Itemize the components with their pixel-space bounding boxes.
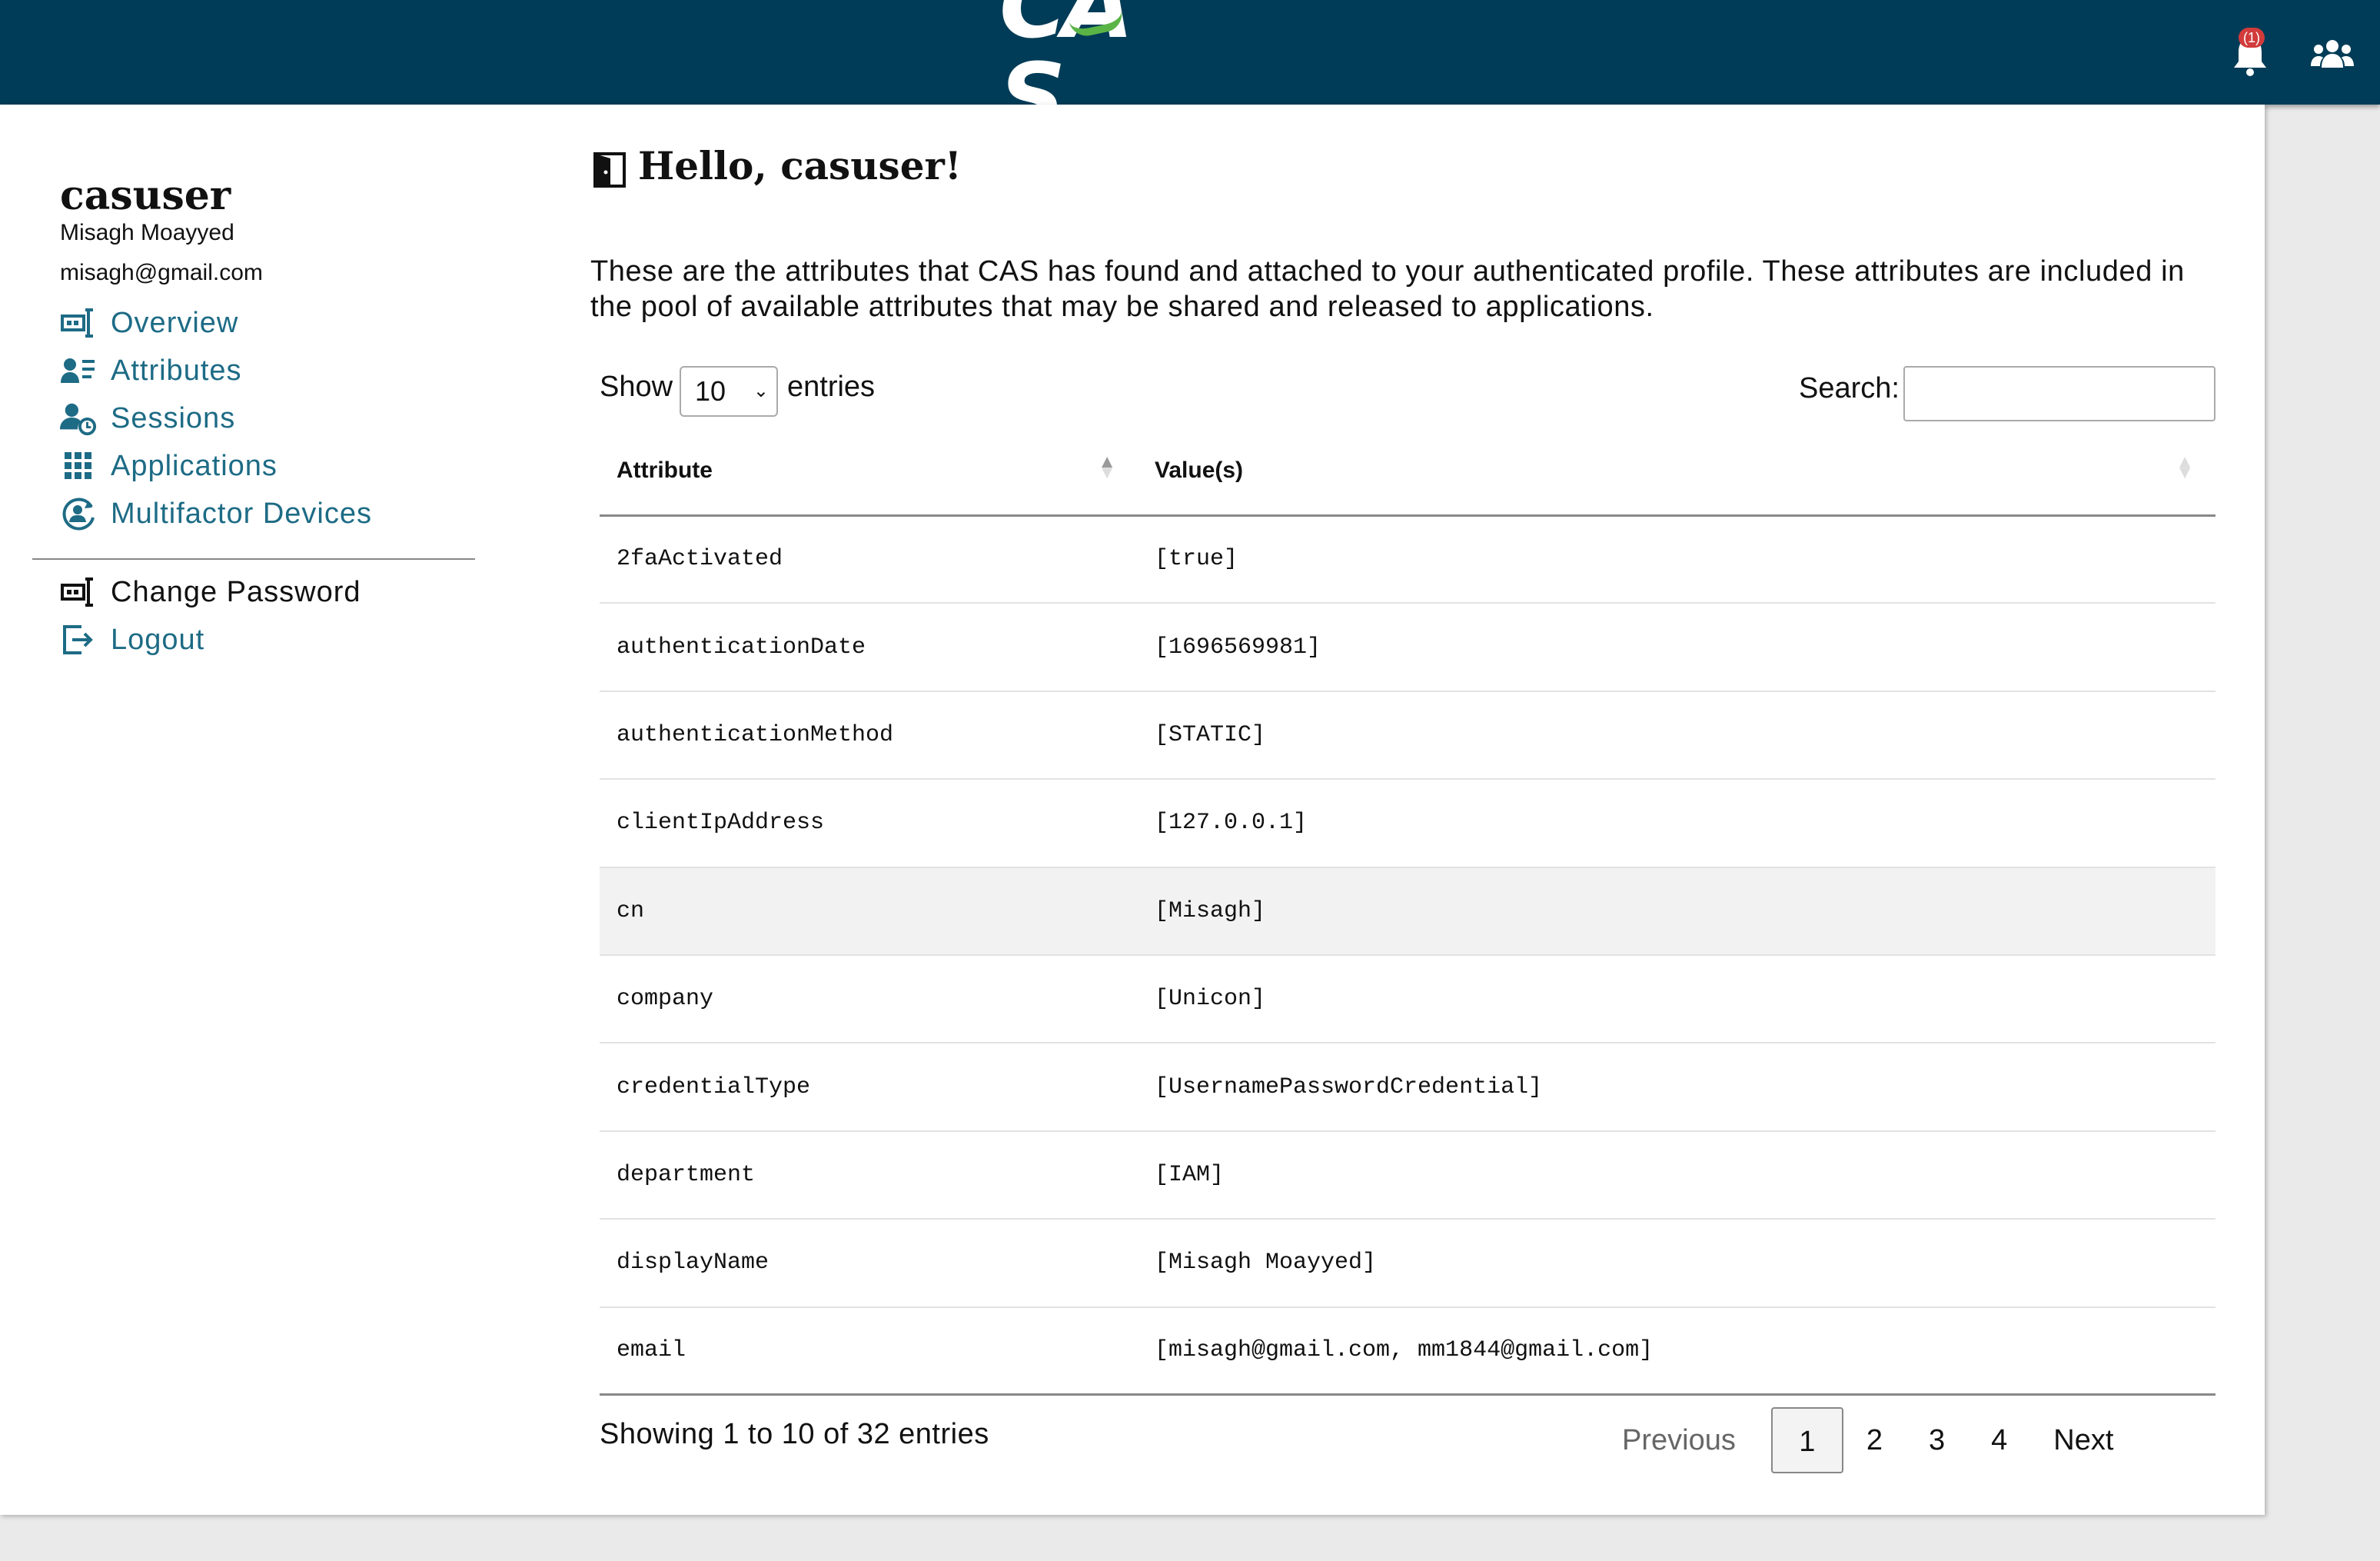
table-row: displayName [Misagh Moayyed] xyxy=(600,1219,2215,1308)
attributes-icon xyxy=(60,352,97,389)
attribute-value-cell: [STATIC] xyxy=(1138,691,2215,780)
column-header-label: Attribute xyxy=(617,458,713,484)
logout-icon xyxy=(60,621,97,658)
pagination-page-3[interactable]: 3 xyxy=(1906,1407,1968,1473)
pagination-next-button[interactable]: Next xyxy=(2030,1407,2136,1473)
attribute-name-cell: displayName xyxy=(600,1219,1138,1308)
table-row: 2faActivated [true] xyxy=(600,515,2215,604)
sidebar-item-label: Applications xyxy=(111,449,278,482)
column-header-attribute[interactable]: Attribute ▲ ▼ xyxy=(600,428,1138,517)
attribute-name-cell: authenticationMethod xyxy=(600,691,1138,780)
sidebar-item-change-password[interactable]: Change Password xyxy=(60,572,361,612)
notification-badge: (1) xyxy=(2239,28,2265,48)
attribute-value-cell: [1696569981] xyxy=(1138,603,2215,692)
column-header-values[interactable]: Value(s) ▲ ▼ xyxy=(1138,428,2215,517)
table-row: credentialType [UsernamePasswordCredentia… xyxy=(600,1043,2215,1132)
attribute-name-cell: authenticationDate xyxy=(600,603,1138,692)
page-size-value: 10 xyxy=(695,375,726,407)
attribute-name-cell: department xyxy=(600,1130,1138,1220)
sidebar-item-applications[interactable]: Applications xyxy=(60,446,278,486)
search-label: Search: xyxy=(1799,372,1900,404)
attribute-name-cell: credentialType xyxy=(600,1043,1138,1132)
users-icon[interactable] xyxy=(2309,37,2355,72)
top-bar xyxy=(0,0,2380,105)
password-icon xyxy=(60,574,97,611)
sidebar-item-label: Attributes xyxy=(111,354,242,387)
attribute-name-cell: cn xyxy=(600,867,1138,956)
entries-label: entries xyxy=(787,371,876,403)
page-description: These are the attributes that CAS has fo… xyxy=(590,255,2185,323)
attribute-value-cell: [Unicon] xyxy=(1138,954,2215,1044)
sort-ascending-icon: ▲ ▼ xyxy=(1098,451,1116,483)
table-row: authenticationDate [1696569981] xyxy=(600,603,2215,692)
column-header-label: Value(s) xyxy=(1155,458,1244,484)
search-input[interactable] xyxy=(1903,366,2215,421)
sidebar-item-multifactor-devices[interactable]: Multifactor Devices xyxy=(60,494,372,534)
pagination-page-1[interactable]: 1 xyxy=(1770,1407,1843,1473)
attributes-table: Attribute ▲ ▼ Value(s) ▲ ▼ 2faActivated [tr… xyxy=(600,428,2215,1396)
attribute-value-cell: [UsernamePasswordCredential] xyxy=(1138,1043,2215,1132)
sidebar-item-label: Change Password xyxy=(111,575,361,608)
sidebar-item-sessions[interactable]: Sessions xyxy=(60,398,235,438)
pagination-page-4[interactable]: 4 xyxy=(1968,1407,2030,1473)
table-row: cn [Misagh] xyxy=(600,867,2215,956)
table-info-text: Showing 1 to 10 of 32 entries xyxy=(600,1418,989,1450)
attribute-name-cell: 2faActivated xyxy=(600,515,1138,604)
sidebar-item-logout[interactable]: Logout xyxy=(60,620,204,660)
profile-full-name: Misagh Moayyed xyxy=(60,220,234,245)
attribute-value-cell: [IAM] xyxy=(1138,1130,2215,1220)
table-header-row: Attribute ▲ ▼ Value(s) ▲ ▼ xyxy=(600,428,2215,517)
overview-icon xyxy=(60,305,97,341)
table-row: company [Unicon] xyxy=(600,954,2215,1044)
chevron-down-icon: ⌄ xyxy=(753,381,769,401)
pagination: Previous 1 2 3 4 Next xyxy=(1599,1407,2136,1473)
pagination-page-2[interactable]: 2 xyxy=(1843,1407,1906,1473)
sidebar-item-attributes[interactable]: Attributes xyxy=(60,351,242,391)
table-row: department [IAM] xyxy=(600,1130,2215,1220)
table-row: clientIpAddress [127.0.0.1] xyxy=(600,779,2215,868)
show-label: Show xyxy=(600,371,673,403)
profile-email: misagh@gmail.com xyxy=(60,260,263,285)
mfa-devices-icon xyxy=(60,495,97,532)
sidebar-divider xyxy=(32,558,475,560)
sort-icon: ▲ ▼ xyxy=(2176,451,2194,483)
sidebar-item-label: Overview xyxy=(111,306,239,339)
attribute-value-cell: [misagh@gmail.com, mm1844@gmail.com] xyxy=(1138,1306,2215,1396)
attribute-name-cell: clientIpAddress xyxy=(600,779,1138,868)
page-size-select[interactable]: 10 ⌄ xyxy=(680,366,778,417)
logo-check-mark xyxy=(1069,9,1125,40)
attribute-value-cell: [Misagh] xyxy=(1138,867,2215,956)
attribute-name-cell: email xyxy=(600,1306,1138,1396)
attribute-value-cell: [127.0.0.1] xyxy=(1138,779,2215,868)
table-row: email [misagh@gmail.com, mm1844@gmail.com… xyxy=(600,1306,2215,1396)
cas-logo[interactable]: CA S xyxy=(999,0,1184,145)
table-row: authenticationMethod [STATIC] xyxy=(600,691,2215,780)
attribute-value-cell: [true] xyxy=(1138,515,2215,604)
door-icon xyxy=(593,152,626,188)
sessions-icon xyxy=(60,400,97,437)
attribute-value-cell: [Misagh Moayyed] xyxy=(1138,1219,2215,1308)
sidebar-item-label: Sessions xyxy=(111,401,236,434)
sidebar-item-label: Logout xyxy=(111,623,205,656)
applications-icon xyxy=(60,448,97,484)
pagination-previous-button[interactable]: Previous xyxy=(1599,1407,1771,1473)
sidebar-item-overview[interactable]: Overview xyxy=(60,303,238,343)
attribute-name-cell: company xyxy=(600,954,1138,1044)
sidebar-item-label: Multifactor Devices xyxy=(111,497,372,530)
profile-username: casuser xyxy=(60,172,231,219)
page-title: Hello, casuser! xyxy=(638,143,962,188)
logo-text-a: A xyxy=(1062,0,1134,59)
